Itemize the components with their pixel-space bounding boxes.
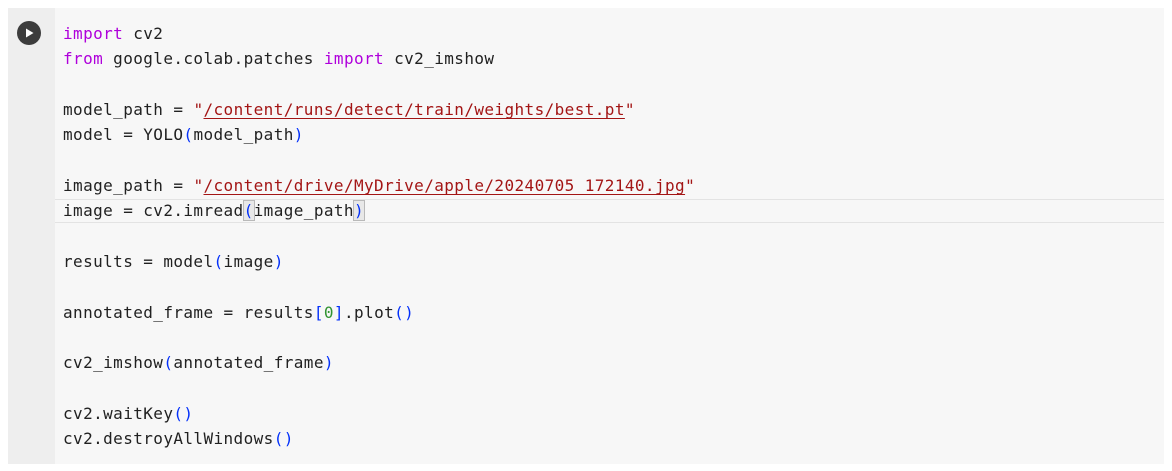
string-quote: "	[624, 100, 635, 119]
code-text: image = cv2.imread	[63, 201, 244, 220]
keyword-import: import	[63, 24, 124, 43]
bracket-match: (	[242, 200, 255, 221]
code-line-1[interactable]: import cv2	[63, 21, 163, 46]
code-line-5[interactable]: model = YOLO(model_path)	[63, 122, 304, 147]
code-text: annotated_frame = results	[63, 303, 314, 322]
bracket: (	[163, 353, 174, 372]
keyword-import: import	[323, 49, 385, 68]
code-line-16[interactable]: cv2.waitKey()	[63, 401, 193, 426]
code-line-17[interactable]: cv2.destroyAllWindows()	[63, 426, 294, 451]
string-literal: /content/runs/detect/train/weights/best.…	[203, 100, 625, 119]
bracket: ()	[173, 404, 194, 423]
index-number: 0	[323, 303, 334, 322]
string-quote: "	[193, 100, 204, 119]
code-line-4[interactable]: model_path = "/content/runs/detect/train…	[63, 97, 635, 122]
code-line-7[interactable]: image_path = "/content/drive/MyDrive/app…	[63, 173, 695, 198]
code-line-12[interactable]: annotated_frame = results[0].plot()	[63, 300, 414, 325]
bracket-match: )	[352, 200, 366, 221]
bracket: (	[213, 252, 224, 271]
string-quote: "	[193, 176, 204, 195]
code-text: model_path =	[63, 100, 194, 119]
code-line-2[interactable]: from google.colab.patches import cv2_ims…	[63, 46, 494, 71]
code-cell[interactable]: import cv2 from google.colab.patches imp…	[8, 8, 1164, 464]
code-text: cv2.waitKey	[63, 404, 174, 423]
string-quote: "	[685, 176, 696, 195]
code-text: image_path =	[63, 176, 194, 195]
code-text: image_path	[253, 201, 354, 220]
bracket: ()	[394, 303, 415, 322]
cell-gutter	[8, 8, 55, 464]
code-text: model_path	[193, 125, 294, 144]
code-text: cv2_imshow	[384, 49, 495, 68]
play-icon	[26, 28, 34, 38]
string-literal: /content/drive/MyDrive/apple/20240705_17…	[203, 176, 686, 195]
bracket: ]	[333, 303, 344, 322]
run-cell-button[interactable]	[17, 21, 41, 45]
code-text: google.colab.patches	[103, 49, 324, 68]
code-text: model = YOLO	[63, 125, 184, 144]
code-text: results = model	[63, 252, 214, 271]
bracket: )	[293, 125, 304, 144]
bracket: (	[183, 125, 194, 144]
bracket: [	[313, 303, 324, 322]
code-text: cv2_imshow	[63, 353, 164, 372]
bracket: ()	[273, 429, 294, 448]
code-text: image	[223, 252, 274, 271]
code-text: cv2	[123, 24, 164, 43]
keyword-from: from	[63, 49, 104, 68]
code-text: annotated_frame	[173, 353, 324, 372]
code-text: cv2.destroyAllWindows	[63, 429, 274, 448]
code-editor[interactable]: import cv2 from google.colab.patches imp…	[55, 8, 1164, 464]
code-line-10[interactable]: results = model(image)	[63, 249, 284, 274]
bracket: )	[323, 353, 334, 372]
code-line-14[interactable]: cv2_imshow(annotated_frame)	[63, 350, 334, 375]
bracket: )	[273, 252, 284, 271]
code-text: .plot	[343, 303, 395, 322]
code-line-8[interactable]: image = cv2.imread(image_path)	[63, 198, 366, 223]
